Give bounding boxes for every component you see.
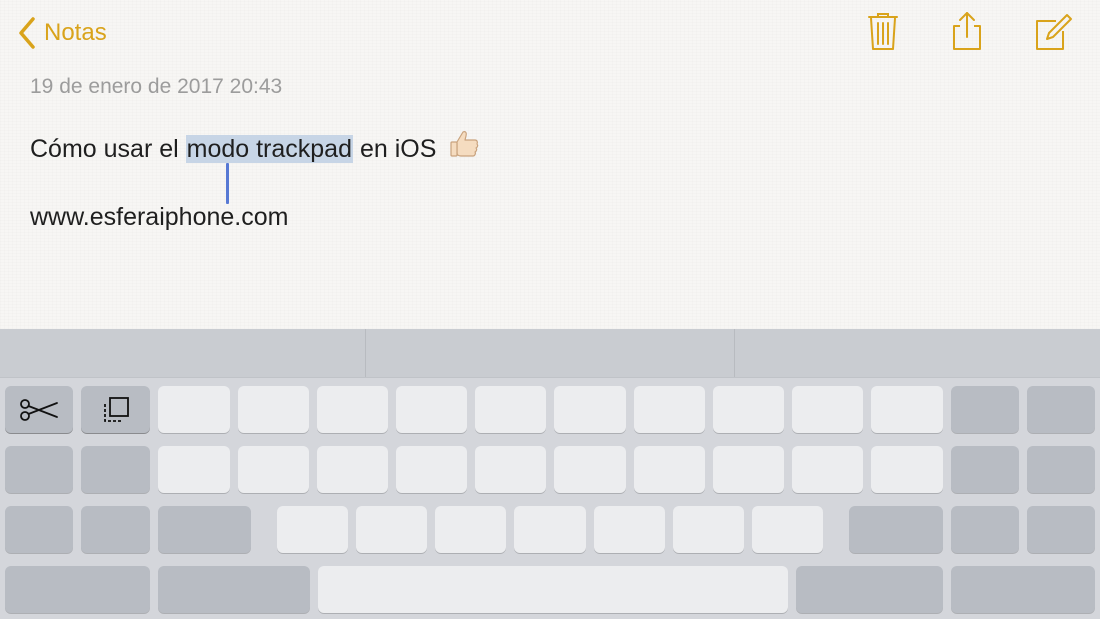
note-url-line: www.esferaiphone.com: [30, 203, 289, 231]
key: [673, 506, 744, 553]
key: [792, 446, 863, 493]
key: [5, 446, 73, 493]
key: [951, 566, 1095, 613]
key: [238, 386, 309, 433]
text-after-selection: en iOS: [353, 135, 437, 163]
key: [158, 506, 251, 553]
delete-button[interactable]: [863, 10, 903, 54]
key: [158, 566, 310, 613]
key: [713, 446, 784, 493]
key: [951, 446, 1019, 493]
key: [951, 386, 1019, 433]
key: [158, 386, 230, 433]
cut-button[interactable]: [5, 386, 73, 433]
note-area[interactable]: Notas 19 de enero de 2017 20:43 Cómo usa…: [0, 0, 1100, 329]
note-date: 19 de enero de 2017 20:43: [30, 75, 283, 98]
back-button[interactable]: Notas: [18, 14, 107, 52]
keyboard-trackpad[interactable]: [0, 329, 1100, 619]
key: [752, 506, 823, 553]
key: [81, 446, 150, 493]
key: [871, 446, 943, 493]
space-key: [318, 566, 788, 613]
key: [514, 506, 586, 553]
thumbs-up-icon: [448, 128, 480, 167]
key: [435, 506, 506, 553]
compose-icon: [1036, 14, 1072, 50]
key: [277, 506, 348, 553]
key: [1027, 386, 1095, 433]
key: [475, 446, 546, 493]
key: [792, 386, 863, 433]
key: [634, 386, 705, 433]
key: [1027, 506, 1095, 553]
key: [554, 386, 626, 433]
key: [713, 386, 784, 433]
key: [871, 386, 943, 433]
key: [238, 446, 309, 493]
compose-button[interactable]: [1033, 10, 1073, 54]
key: [594, 506, 665, 553]
key: [356, 506, 427, 553]
key: [1027, 446, 1095, 493]
text-before-selection: Cómo usar el: [30, 135, 186, 163]
trash-icon: [868, 13, 898, 50]
copy-button[interactable]: [81, 386, 150, 433]
predictive-divider: [365, 329, 366, 377]
key: [849, 506, 943, 553]
key: [5, 566, 150, 613]
share-button[interactable]: [947, 10, 987, 54]
copy-icon: [103, 396, 129, 422]
predictive-bar: [0, 329, 1100, 378]
key: [554, 446, 626, 493]
key: [634, 446, 705, 493]
chevron-left-icon: [19, 17, 35, 49]
key: [158, 446, 230, 493]
selected-text[interactable]: modo trackpad: [185, 135, 353, 163]
back-label: Notas: [44, 19, 107, 46]
key: [951, 506, 1019, 553]
key: [81, 506, 150, 553]
note-title-line[interactable]: Cómo usar el modo trackpad en iOS: [30, 128, 480, 167]
key: [317, 386, 388, 433]
text-cursor: [226, 163, 229, 204]
share-icon: [953, 12, 981, 50]
predictive-divider: [734, 329, 735, 377]
key: [396, 386, 467, 433]
scissors-icon: [20, 398, 58, 421]
key: [5, 506, 73, 553]
key: [475, 386, 546, 433]
key: [796, 566, 943, 613]
key: [396, 446, 467, 493]
key: [317, 446, 388, 493]
